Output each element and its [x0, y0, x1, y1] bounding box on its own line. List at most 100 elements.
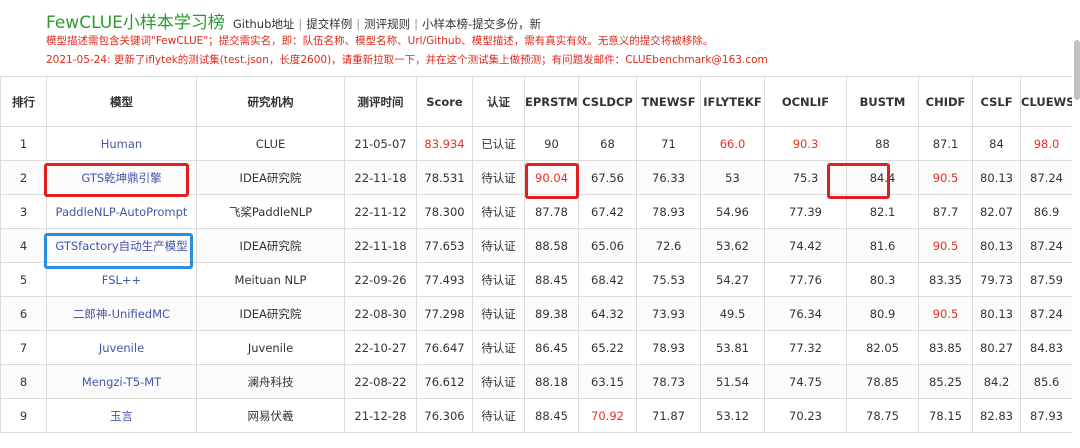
cell-cert: 待认证 [472, 330, 525, 365]
cell-chidf: 83.35 [918, 262, 973, 297]
cell-org: CLUE [196, 126, 345, 161]
cell-cluewscf: 84.83 [1020, 330, 1072, 365]
cell-org: IDEA研究院 [196, 296, 345, 331]
cell-org: IDEA研究院 [196, 160, 345, 195]
cell-iflytekf: 54.96 [700, 194, 765, 229]
cell-iflytekf: 53.62 [700, 228, 765, 263]
cell-score: 78.531 [416, 160, 473, 195]
cell-model[interactable]: PaddleNLP-AutoPrompt [46, 194, 197, 229]
cell-model[interactable]: 玉言 [46, 398, 197, 433]
cell-cluewscf: 87.24 [1020, 160, 1072, 195]
cell-org: IDEA研究院 [196, 228, 345, 263]
column-header-ocnlif: OCNLIF [764, 76, 847, 127]
submit-example-link[interactable]: 提交样例 [306, 17, 352, 31]
cell-ocnlif: 74.42 [764, 228, 847, 263]
cell-cslf: 80.13 [972, 160, 1021, 195]
cell-cslf: 80.13 [972, 228, 1021, 263]
cell-date: 21-05-07 [344, 126, 417, 161]
cell-csldcp: 63.15 [578, 364, 637, 399]
cell-iflytekf: 53.12 [700, 398, 765, 433]
cell-tnewsf: 72.6 [636, 228, 701, 263]
cell-model[interactable]: FSL++ [46, 262, 197, 297]
cell-rank: 1 [0, 126, 47, 161]
cell-score: 76.306 [416, 398, 473, 433]
cell-ocnlif: 77.32 [764, 330, 847, 365]
cell-csldcp: 68.42 [578, 262, 637, 297]
cell-score: 76.647 [416, 330, 473, 365]
cell-date: 22-08-22 [344, 364, 417, 399]
page-header: FewCLUE小样本学习榜 Github地址 | 提交样例 | 测评规则 | 小样本榜-提交… [0, 0, 1080, 76]
cell-date: 22-10-27 [344, 330, 417, 365]
eval-rules-link[interactable]: 测评规则 [364, 17, 410, 31]
cell-bustm: 80.9 [846, 296, 919, 331]
cell-chidf: 83.85 [918, 330, 973, 365]
cell-date: 21-12-28 [344, 398, 417, 433]
cell-rank: 7 [0, 330, 47, 365]
cell-ocnlif: 77.76 [764, 262, 847, 297]
cell-model[interactable]: Human [46, 126, 197, 161]
cell-org: Juvenile [196, 330, 345, 365]
cell-cslf: 82.07 [972, 194, 1021, 229]
cell-bustm: 81.6 [846, 228, 919, 263]
separator: | [298, 17, 303, 31]
cell-rank: 3 [0, 194, 47, 229]
cell-eprstmt: 90.04 [524, 160, 579, 195]
cell-iflytekf: 66.0 [700, 126, 765, 161]
cell-model[interactable]: Juvenile [46, 330, 197, 365]
cell-rank: 8 [0, 364, 47, 399]
cell-model[interactable]: GTSfactory自动生产模型 [46, 228, 197, 263]
cell-date: 22-11-12 [344, 194, 417, 229]
cell-org: 网易伏羲 [196, 398, 345, 433]
cell-cluewscf: 87.24 [1020, 296, 1072, 331]
cell-cslf: 84 [972, 126, 1021, 161]
column-header-cert: 认证 [472, 76, 525, 127]
cell-eprstmt: 86.45 [524, 330, 579, 365]
github-link[interactable]: Github地址 [233, 17, 295, 31]
cell-chidf: 90.5 [918, 160, 973, 195]
column-header-model: 模型 [46, 76, 197, 127]
cell-model[interactable]: 二郎神-UnifiedMC [46, 296, 197, 331]
cell-chidf: 90.5 [918, 296, 973, 331]
cell-bustm: 82.05 [846, 330, 919, 365]
table-row: 4 GTSfactory自动生产模型 IDEA研究院 22-11-18 77.653 待认… [0, 228, 1072, 263]
cell-cluewscf: 85.6 [1020, 364, 1072, 399]
cell-model[interactable]: GTS乾坤鼎引擎 [46, 160, 197, 195]
cell-cert: 待认证 [472, 364, 525, 399]
cell-cslf: 80.27 [972, 330, 1021, 365]
column-header-tnewsf: TNEWSF [636, 76, 701, 127]
cell-cluewscf: 87.59 [1020, 262, 1072, 297]
cell-bustm: 80.3 [846, 262, 919, 297]
cell-iflytekf: 51.54 [700, 364, 765, 399]
fewshot-submit-link[interactable]: 小样本榜-提交多份，新 [422, 17, 541, 31]
cell-rank: 4 [0, 228, 47, 263]
title-line: FewCLUE小样本学习榜 Github地址 | 提交样例 | 测评规则 | 小样本榜-提交… [46, 8, 541, 33]
cell-score: 83.934 [416, 126, 473, 161]
cell-cert: 待认证 [472, 228, 525, 263]
table-row: 8 Mengzi-T5-MT 澜舟科技 22-08-22 76.612 待认证 88.18 6… [0, 364, 1072, 399]
cell-chidf: 78.15 [918, 398, 973, 433]
cell-score: 77.493 [416, 262, 473, 297]
cell-bustm: 78.75 [846, 398, 919, 433]
vertical-scrollbar[interactable] [1074, 40, 1080, 100]
cell-date: 22-08-30 [344, 296, 417, 331]
cell-score: 77.653 [416, 228, 473, 263]
leaderboard-table-container: 排行模型研究机构测评时间Score认证EPRSTMTCSLDCPTNEWSFIF… [0, 76, 1072, 448]
table-row: 5 FSL++ Meituan NLP 22-09-26 77.493 待认证 88.45 6… [0, 262, 1072, 297]
cell-rank: 5 [0, 262, 47, 297]
table-row: 1 Human CLUE 21-05-07 83.934 已认证 90 68 71 66.0 90.… [0, 126, 1072, 161]
cell-ocnlif: 70.23 [764, 398, 847, 433]
column-header-org: 研究机构 [196, 76, 345, 127]
cell-cslf: 79.73 [972, 262, 1021, 297]
cell-model[interactable]: Mengzi-T5-MT [46, 364, 197, 399]
cell-date: 22-11-18 [344, 228, 417, 263]
cell-iflytekf: 54.27 [700, 262, 765, 297]
cell-tnewsf: 71 [636, 126, 701, 161]
cell-chidf: 87.1 [918, 126, 973, 161]
cell-chidf: 85.25 [918, 364, 973, 399]
cell-cslf: 80.13 [972, 296, 1021, 331]
cell-cslf: 84.2 [972, 364, 1021, 399]
cell-csldcp: 70.92 [578, 398, 637, 433]
separator: | [414, 17, 419, 31]
cell-ocnlif: 76.34 [764, 296, 847, 331]
cell-csldcp: 65.06 [578, 228, 637, 263]
